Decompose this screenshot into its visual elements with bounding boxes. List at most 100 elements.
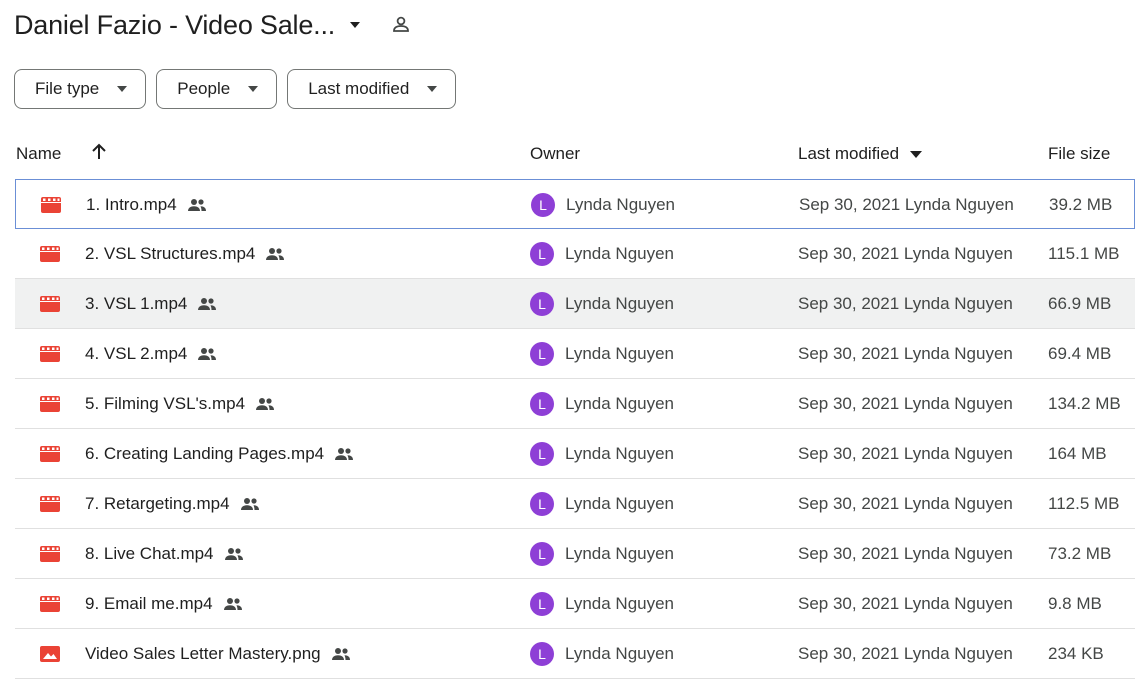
file-row[interactable]: 7. Retargeting.mp4 L Lynda Nguyen Sep 30, 2… (15, 479, 1135, 529)
file-row[interactable]: 3. VSL 1.mp4 L Lynda Nguyen Sep 30, 2021 Ly… (15, 279, 1135, 329)
file-name[interactable]: 8. Live Chat.mp4 (85, 544, 244, 564)
filter-last-modified[interactable]: Last modified (287, 69, 457, 109)
column-header-last-modified[interactable]: Last modified (798, 144, 922, 164)
file-name[interactable]: 9. Email me.mp4 (85, 594, 243, 614)
avatar: L (530, 542, 554, 566)
last-modified: Sep 30, 2021 Lynda Nguyen (798, 644, 1013, 663)
column-header-file-size[interactable]: File size (1048, 144, 1110, 164)
file-row[interactable]: 4. VSL 2.mp4 L Lynda Nguyen Sep 30, 2021 Ly… (15, 329, 1135, 379)
owner-name: Lynda Nguyen (565, 544, 675, 563)
folder-menu-caret-icon[interactable] (349, 21, 361, 29)
video-file-icon (40, 446, 60, 462)
folder-header: Daniel Fazio - Video Sale... (14, 6, 413, 44)
file-size: 9.8 MB (1048, 594, 1102, 613)
file-size: 66.9 MB (1048, 294, 1112, 313)
shared-people-icon (198, 298, 217, 310)
file-size: 234 KB (1048, 644, 1104, 663)
file-row[interactable]: 9. Email me.mp4 L Lynda Nguyen Sep 30, 2021… (15, 579, 1135, 629)
file-name[interactable]: 3. VSL 1.mp4 (85, 294, 217, 314)
shared-people-icon (266, 248, 285, 260)
file-name-text: 8. Live Chat.mp4 (85, 544, 214, 563)
file-row[interactable]: 1. Intro.mp4 L Lynda Nguyen Sep 30, 2021 Ly… (15, 179, 1135, 229)
video-file-icon (40, 596, 60, 612)
owner-name: Lynda Nguyen (565, 344, 675, 363)
file-row[interactable]: 2. VSL Structures.mp4 L Lynda Nguyen Sep 30… (15, 229, 1135, 279)
owner-name: Lynda Nguyen (565, 594, 675, 613)
owner-name: Lynda Nguyen (565, 444, 675, 463)
last-modified: Sep 30, 2021 Lynda Nguyen (798, 494, 1013, 513)
owner-name: Lynda Nguyen (565, 394, 675, 413)
column-header-name[interactable]: Name (16, 144, 61, 164)
folder-title[interactable]: Daniel Fazio - Video Sale... (14, 10, 335, 41)
file-name-text: 9. Email me.mp4 (85, 594, 213, 613)
last-modified: Sep 30, 2021 Lynda Nguyen (798, 244, 1013, 263)
file-row[interactable]: 8. Live Chat.mp4 L Lynda Nguyen Sep 30, 202… (15, 529, 1135, 579)
video-file-icon (40, 346, 60, 362)
video-file-icon (40, 246, 60, 262)
video-file-icon (40, 396, 60, 412)
avatar: L (530, 342, 554, 366)
last-modified: Sep 30, 2021 Lynda Nguyen (798, 594, 1013, 613)
file-name[interactable]: 4. VSL 2.mp4 (85, 344, 217, 364)
file-row[interactable]: 6. Creating Landing Pages.mp4 L Lynda Nguy… (15, 429, 1135, 479)
file-name-text: 2. VSL Structures.mp4 (85, 244, 256, 263)
owner-name: Lynda Nguyen (565, 244, 675, 263)
chevron-down-icon (248, 86, 259, 92)
column-header-owner[interactable]: Owner (530, 144, 580, 164)
shared-people-icon (223, 598, 242, 610)
avatar: L (530, 442, 554, 466)
file-name-text: 6. Creating Landing Pages.mp4 (85, 444, 325, 463)
avatar: L (531, 193, 555, 217)
last-modified: Sep 30, 2021 Lynda Nguyen (798, 294, 1013, 313)
avatar: L (530, 492, 554, 516)
video-file-icon (40, 546, 60, 562)
avatar: L (530, 592, 554, 616)
shared-people-icon (198, 348, 217, 360)
filter-label: Last modified (308, 79, 410, 98)
file-name[interactable]: 1. Intro.mp4 (86, 195, 207, 215)
shared-people-icon (335, 448, 354, 460)
file-name[interactable]: 5. Filming VSL's.mp4 (85, 394, 275, 414)
file-row[interactable]: Video Sales Letter Mastery.png L Lynda Ngu… (15, 629, 1135, 679)
file-size: 115.1 MB (1048, 244, 1120, 263)
shared-people-icon (331, 648, 350, 660)
filter-label: File type (35, 79, 100, 98)
file-size: 164 MB (1048, 444, 1107, 463)
sort-descending-caret-icon (909, 151, 922, 159)
video-file-icon (40, 296, 60, 312)
file-name[interactable]: 2. VSL Structures.mp4 (85, 244, 285, 264)
file-name-text: Video Sales Letter Mastery.png (85, 644, 321, 663)
file-name[interactable]: 7. Retargeting.mp4 (85, 494, 260, 514)
chevron-down-icon (117, 86, 128, 92)
image-file-icon (40, 646, 60, 662)
owner-name: Lynda Nguyen (565, 494, 675, 513)
file-row[interactable]: 5. Filming VSL's.mp4 L Lynda Nguyen Sep 30,… (15, 379, 1135, 429)
file-name[interactable]: 6. Creating Landing Pages.mp4 (85, 444, 354, 464)
sort-ascending-arrow-icon[interactable] (89, 142, 109, 162)
avatar: L (530, 642, 554, 666)
shared-folder-icon (393, 16, 409, 32)
avatar: L (530, 242, 554, 266)
filter-bar: File type People Last modified (14, 69, 457, 109)
last-modified: Sep 30, 2021 Lynda Nguyen (798, 394, 1013, 413)
file-size: 69.4 MB (1048, 344, 1112, 363)
shared-people-icon (187, 199, 206, 211)
shared-people-icon (224, 548, 243, 560)
chevron-down-icon (427, 86, 438, 92)
shared-people-icon (256, 398, 275, 410)
avatar: L (530, 292, 554, 316)
owner-name: Lynda Nguyen (565, 644, 675, 663)
last-modified: Sep 30, 2021 Lynda Nguyen (798, 344, 1013, 363)
last-modified: Sep 30, 2021 Lynda Nguyen (798, 444, 1013, 463)
last-modified: Sep 30, 2021 Lynda Nguyen (798, 544, 1013, 563)
file-name-text: 1. Intro.mp4 (86, 195, 177, 214)
filter-label: People (177, 79, 231, 98)
filter-people[interactable]: People (156, 69, 278, 109)
table-header: Name Owner Last modified File size (0, 134, 1135, 174)
shared-people-icon (240, 498, 259, 510)
file-name[interactable]: Video Sales Letter Mastery.png (85, 644, 351, 664)
file-name-text: 3. VSL 1.mp4 (85, 294, 188, 313)
owner-name: Lynda Nguyen (566, 195, 676, 214)
filter-file-type[interactable]: File type (14, 69, 147, 109)
file-size: 134.2 MB (1048, 394, 1121, 413)
